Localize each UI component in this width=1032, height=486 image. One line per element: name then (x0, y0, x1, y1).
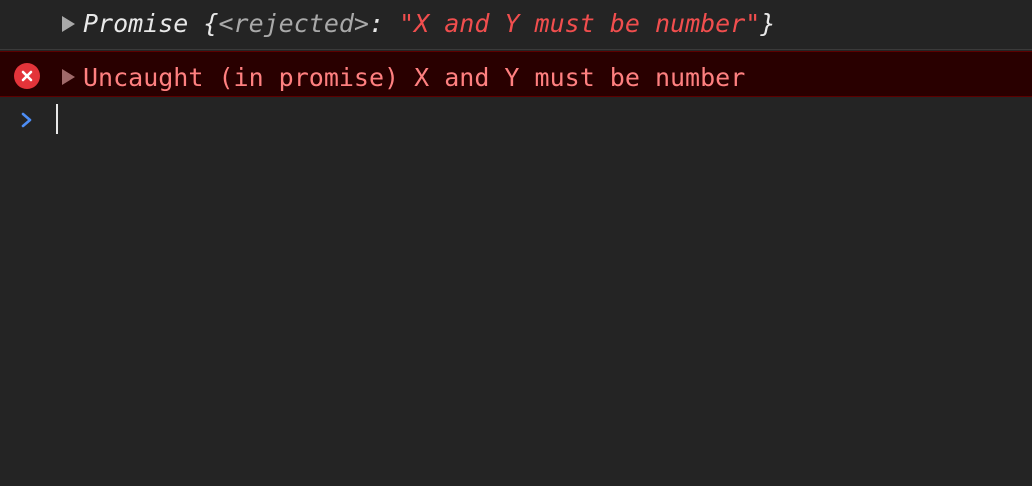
console-input[interactable] (50, 98, 1020, 144)
error-message[interactable]: Uncaught (in promise) X and Y must be nu… (83, 65, 745, 90)
promise-label: Promise (83, 9, 189, 38)
promise-colon: : (368, 9, 400, 38)
promise-brace-open: { (188, 9, 219, 38)
expand-triangle-icon[interactable] (62, 16, 75, 32)
chevron-right-prompt-icon (18, 111, 36, 129)
promise-brace-close: } (760, 9, 776, 38)
error-circle-x-icon (14, 63, 40, 89)
text-cursor (56, 104, 58, 134)
expand-triangle-icon[interactable] (62, 69, 75, 85)
promise-rejection-value: "X and Y must be number" (399, 9, 761, 38)
console-error-row: Uncaught (in promise) X and Y must be nu… (0, 51, 1032, 97)
promise-state-key: <rejected> (218, 9, 369, 38)
console-prompt-row[interactable] (0, 98, 1032, 146)
promise-object-preview[interactable]: Promise {<rejected>: "X and Y must be nu… (83, 11, 775, 36)
devtools-console: Promise {<rejected>: "X and Y must be nu… (0, 0, 1032, 486)
console-log-row-promise: Promise {<rejected>: "X and Y must be nu… (0, 0, 1032, 50)
